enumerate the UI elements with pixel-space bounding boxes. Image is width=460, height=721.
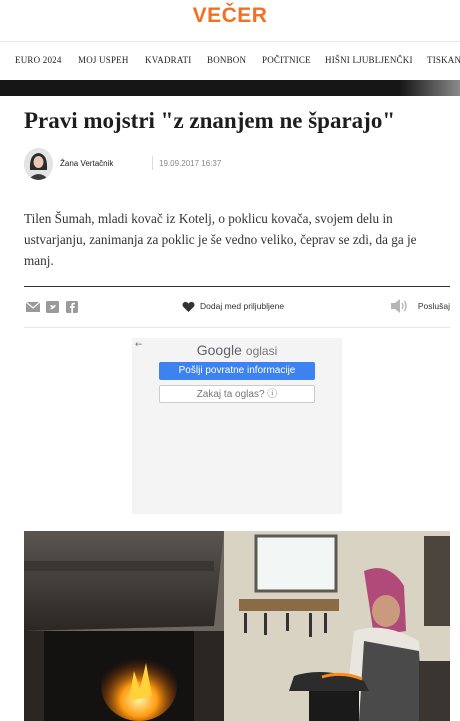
nav-item-bonbon[interactable]: BONBON [207, 55, 246, 65]
nav-item-kvadrati[interactable]: KVADRATI [145, 55, 191, 65]
site-logo[interactable]: VEČER [0, 4, 460, 28]
divider [24, 327, 450, 328]
nav-item-euro-2024[interactable]: EURO 2024 [15, 55, 62, 65]
heart-icon[interactable] [182, 300, 195, 318]
google-brand: Google [196, 342, 242, 358]
listen-button[interactable]: Poslušaj [418, 301, 450, 311]
divider [152, 156, 153, 170]
nav-item-hisni-ljubljencki[interactable]: HIŠNI LJUBLJENČKI [325, 55, 413, 65]
article-photo[interactable] [24, 531, 450, 721]
google-ads-suffix: oglasi [245, 344, 278, 358]
twitter-icon[interactable] [46, 300, 60, 313]
header: VEČER [0, 0, 460, 40]
nav-item-pocitnice[interactable]: POČITNICE [262, 55, 311, 65]
nav-item-tiskana-izdaja[interactable]: TISKANA IZDAJA [427, 55, 460, 65]
main-nav: EURO 2024 MOJ USPEH KVADRATI BONBON POČI… [0, 41, 460, 81]
article-title: Pravi mojstri "z znanjem ne šparajo" [24, 108, 396, 133]
divider [24, 286, 450, 287]
nav-item-moj-uspeh[interactable]: MOJ USPEH [78, 55, 129, 65]
ad-block: ← Google oglasi Pošlji povratne informaci… [132, 338, 342, 514]
share-bar: Dodaj med priljubljene Poslušaj [24, 296, 450, 320]
email-icon[interactable] [25, 300, 41, 312]
facebook-icon[interactable] [66, 300, 80, 313]
google-ads-label: Google oglasi [132, 342, 342, 358]
article-lead: Tilen Šumah, mladi kovač iz Kotelj, o po… [24, 211, 417, 268]
add-to-favorites-button[interactable]: Dodaj med priljubljene [200, 301, 284, 311]
hero-image-strip [0, 80, 460, 96]
send-feedback-button[interactable]: Pošlji povratne informacije [159, 362, 315, 380]
author-block: Žana Vertačnik 19.09.2017 16:37 [24, 146, 444, 182]
author-avatar[interactable] [24, 148, 53, 180]
publish-date: 19.09.2017 16:37 [159, 159, 222, 168]
speaker-icon[interactable] [390, 298, 410, 319]
why-this-ad-button[interactable]: Zakaj ta oglas? ⓘ [159, 385, 315, 403]
author-name[interactable]: Žana Vertačnik [60, 159, 113, 168]
